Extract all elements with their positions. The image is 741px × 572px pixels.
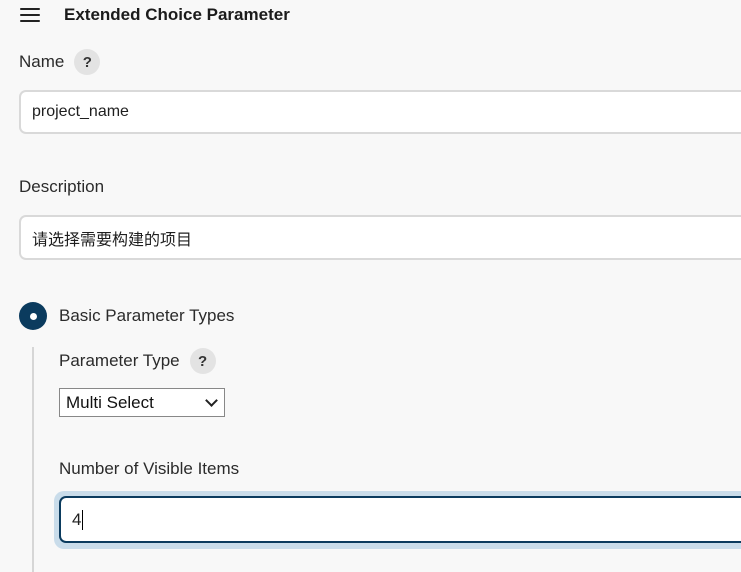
hamburger-menu-icon[interactable]: [20, 8, 40, 22]
name-help-icon[interactable]: ?: [74, 49, 101, 75]
name-input[interactable]: project_name: [19, 90, 741, 134]
name-label: Name: [19, 52, 65, 71]
page: Extended Choice Parameter Name ? project…: [0, 0, 741, 572]
basic-parameter-types-label-row: Basic Parameter Types: [59, 305, 234, 327]
parameter-type-label: Parameter Type: [59, 351, 180, 370]
parameter-type-help-icon[interactable]: ?: [189, 348, 216, 374]
name-label-row: Name ?: [19, 48, 101, 76]
basic-parameter-types-radio[interactable]: [19, 302, 47, 330]
visible-items-label: Number of Visible Items: [59, 459, 240, 478]
parameter-type-select[interactable]: Multi Select: [59, 388, 225, 417]
parameter-type-label-row: Parameter Type ?: [59, 347, 216, 375]
description-input[interactable]: 请选择需要构建的项目: [19, 215, 741, 260]
radio-selected-dot: [29, 312, 37, 320]
basic-parameter-types-label: Basic Parameter Types: [59, 306, 235, 325]
visible-items-value: 4: [72, 509, 82, 529]
visible-items-label-row: Number of Visible Items: [59, 458, 239, 480]
header: Extended Choice Parameter: [20, 0, 290, 30]
text-caret: [82, 509, 84, 530]
page-title: Extended Choice Parameter: [64, 5, 290, 24]
description-label: Description: [19, 177, 105, 196]
group-indent-line: [32, 347, 34, 572]
chevron-down-icon: [205, 394, 218, 407]
parameter-type-selected-value: Multi Select: [66, 392, 154, 412]
description-label-row: Description: [19, 176, 104, 198]
visible-items-input[interactable]: 4: [59, 496, 741, 543]
